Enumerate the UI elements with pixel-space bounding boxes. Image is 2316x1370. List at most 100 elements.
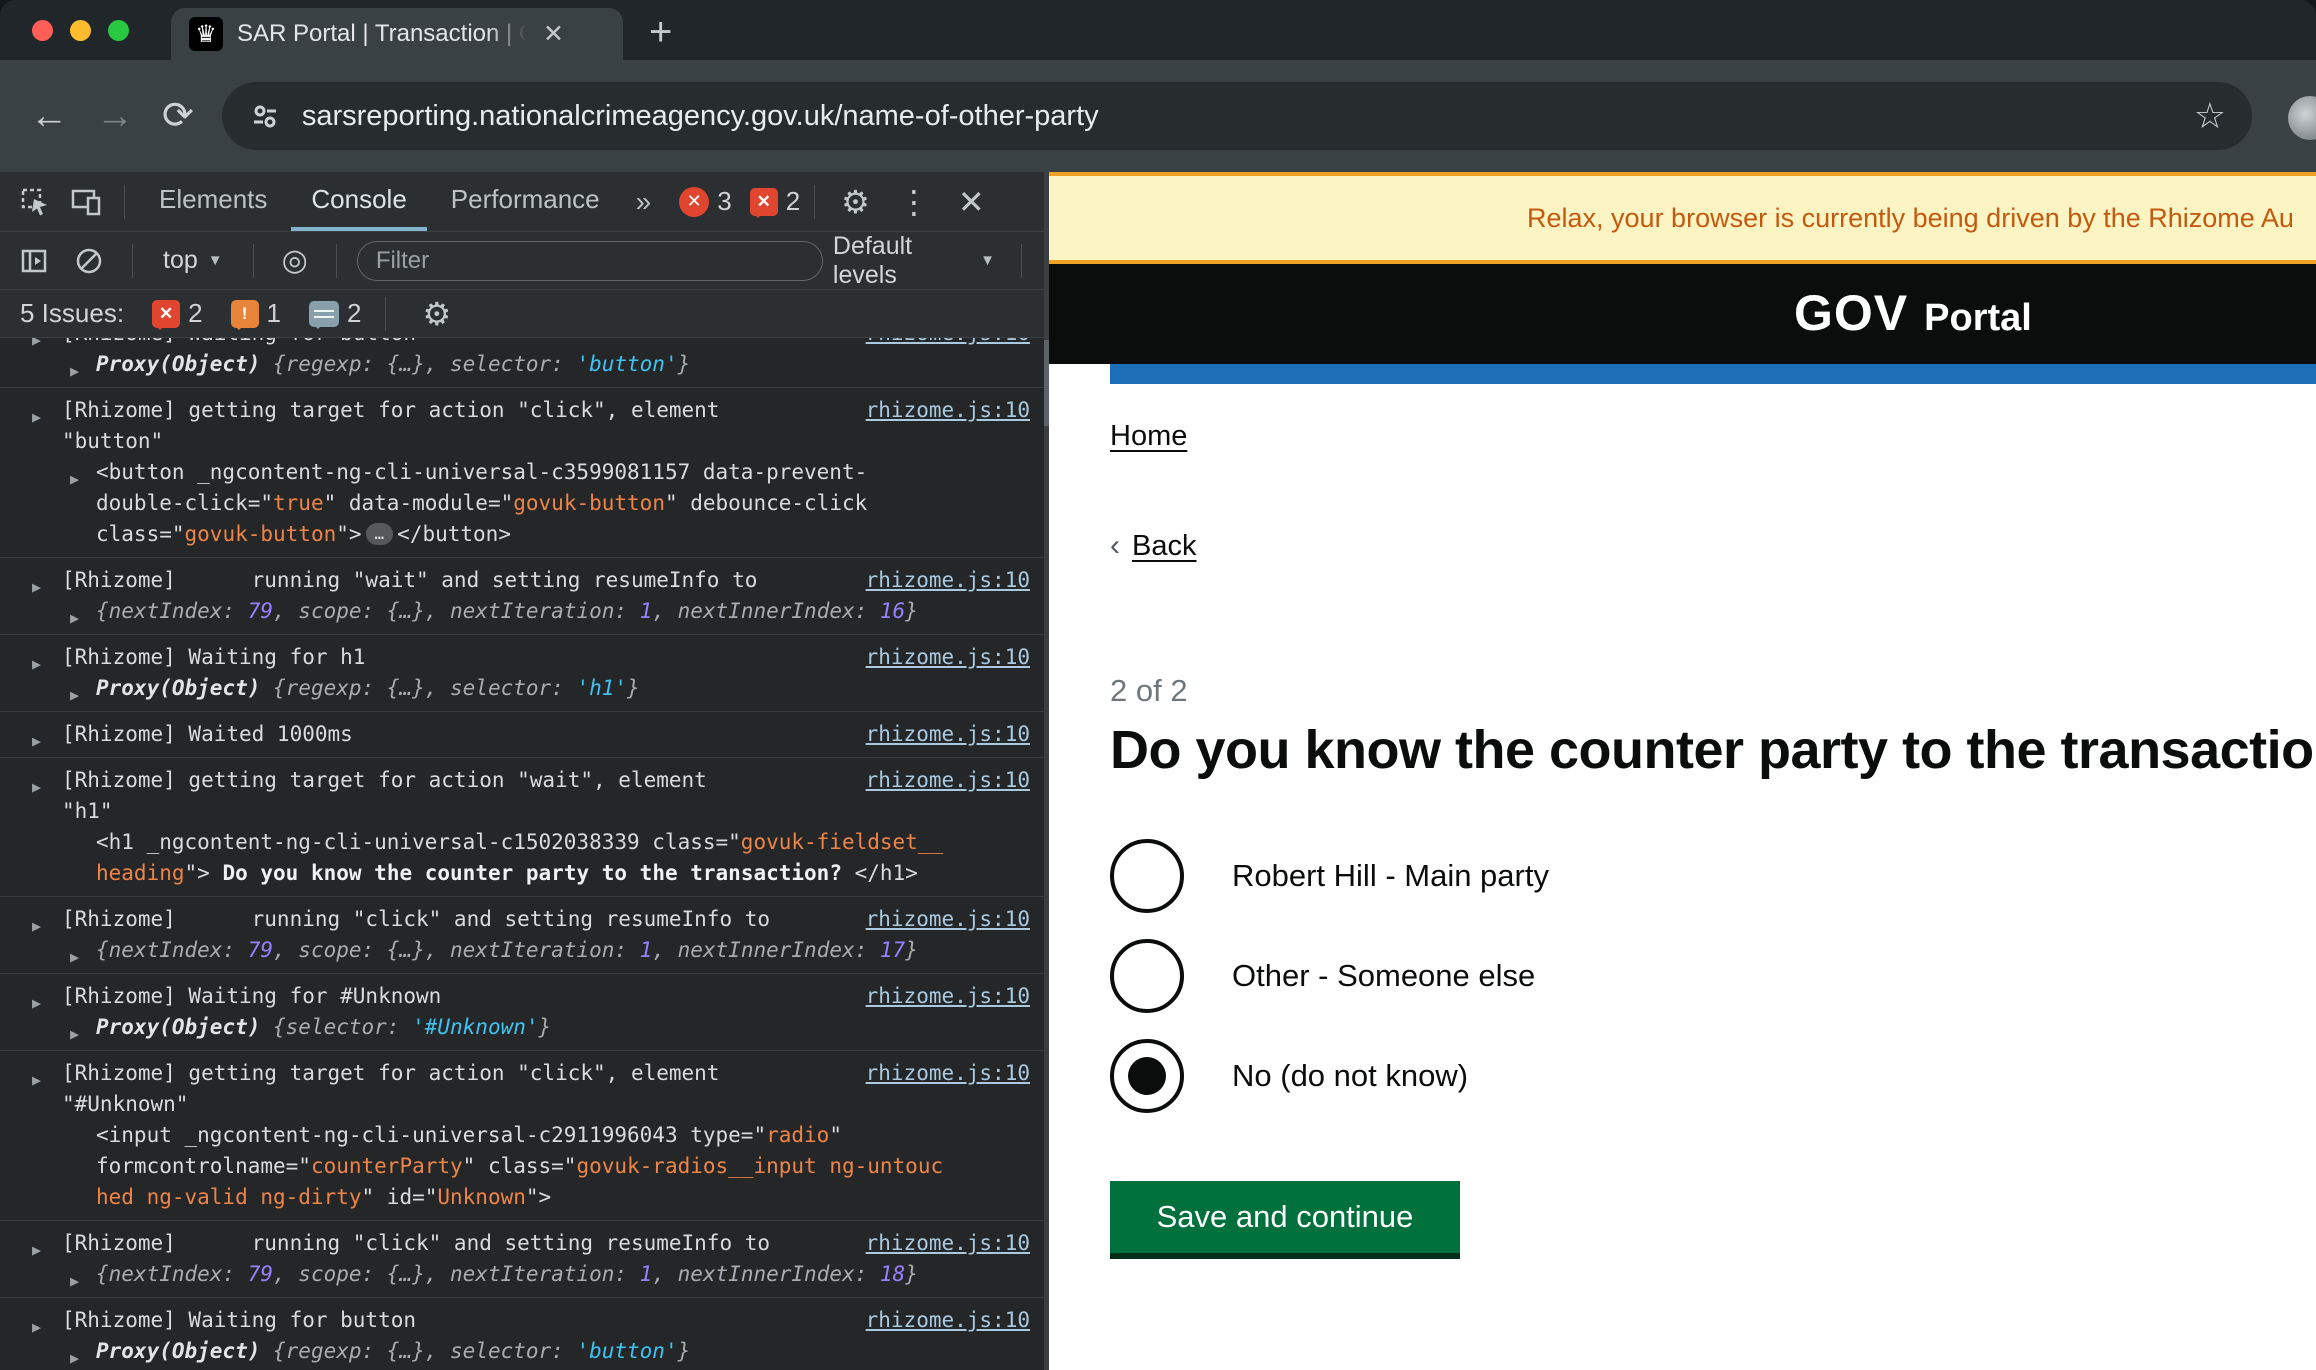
console-source-link[interactable]: rhizome.js:10 <box>866 1305 1030 1336</box>
devtools-tab-console[interactable]: Console <box>291 172 426 231</box>
browser-tab[interactable]: ♛ SAR Portal | Transaction | Oth ✕ <box>171 8 623 60</box>
site-settings-icon[interactable] <box>248 99 282 133</box>
console-log-entry[interactable]: ▶[Rhizome] Waiting for #Unknownrhizome.j… <box>0 973 1044 1050</box>
devtools-settings-gear-icon[interactable]: ⚙ <box>829 183 882 221</box>
expand-caret-icon[interactable]: ▶ <box>70 1266 79 1297</box>
console-source-link[interactable]: rhizome.js:10 <box>866 981 1030 1012</box>
console-log-entry[interactable]: ▶ [Rhizome] running "click" and setting r… <box>0 1220 1044 1297</box>
radio-input-2[interactable] <box>1110 939 1184 1013</box>
radio-label[interactable]: No (do not know) <box>1232 1058 1468 1094</box>
gov-portal-logo[interactable]: GOV Portal <box>1794 264 2032 364</box>
url-text[interactable]: sarsreporting.nationalcrimeagency.gov.uk… <box>302 100 2174 133</box>
console-log-entry[interactable]: ▶[Rhizome] Waiting for buttonrhizome.js:… <box>0 1297 1044 1370</box>
console-source-link[interactable]: rhizome.js:10 <box>866 565 1030 596</box>
issues-info-badge[interactable]: 2 <box>309 298 361 329</box>
console-source-link[interactable]: rhizome.js:10 <box>866 904 1030 935</box>
radio-group: Robert Hill - Main party Other - Someone … <box>1110 839 2316 1113</box>
console-log-list[interactable]: ▶[Rhizome] Waiting for buttonrhizome.js:… <box>0 338 1044 1370</box>
issues-settings-gear-icon[interactable]: ⚙ <box>410 295 463 333</box>
devtools-tab-elements[interactable]: Elements <box>139 172 287 231</box>
console-log-line: ▶[Rhizome] getting target for action "cl… <box>0 395 1044 426</box>
console-text: double-click=" <box>96 491 273 515</box>
close-window-button[interactable] <box>32 20 53 41</box>
console-source-link[interactable]: rhizome.js:10 <box>866 765 1030 796</box>
expand-caret-icon[interactable]: ▶ <box>70 680 79 711</box>
console-log-entry[interactable]: ▶[Rhizome] Waiting for buttonrhizome.js:… <box>0 338 1044 387</box>
console-log-entry[interactable]: ▶[Rhizome] getting target for action "cl… <box>0 387 1044 557</box>
console-text: Unknown <box>437 1185 526 1209</box>
console-text: [Rhizome] getting target for action "wai… <box>62 768 707 792</box>
console-source-link[interactable]: rhizome.js:10 <box>866 1228 1030 1259</box>
tab-close-icon[interactable]: ✕ <box>543 19 564 49</box>
console-text: " id=" <box>362 1185 438 1209</box>
console-source-link[interactable]: rhizome.js:10 <box>866 395 1030 426</box>
javascript-context-dropdown[interactable]: top▼ <box>153 246 233 275</box>
devtools-close-icon[interactable]: ✕ <box>946 183 997 221</box>
console-filter-input[interactable] <box>357 241 823 281</box>
issues-error-badge[interactable]: ✕ 2 <box>152 298 202 329</box>
console-log-entry[interactable]: ▶[Rhizome] getting target for action "wa… <box>0 757 1044 896</box>
issues-flag-badge[interactable]: ✕ 2 <box>750 186 800 217</box>
address-bar[interactable]: sarsreporting.nationalcrimeagency.gov.uk… <box>222 82 2252 150</box>
console-source-link[interactable]: rhizome.js:10 <box>866 1058 1030 1089</box>
forward-icon[interactable]: → <box>96 97 134 135</box>
more-tabs-icon[interactable]: » <box>624 186 662 218</box>
console-log-entry[interactable]: ▶ [Rhizome] running "click" and setting r… <box>0 896 1044 973</box>
console-text: , nextInnerIndex: <box>652 599 880 623</box>
radio-option: Other - Someone else <box>1110 939 2316 1013</box>
log-levels-dropdown[interactable]: Default levels▼ <box>833 232 1001 290</box>
home-link[interactable]: Home <box>1110 420 1187 453</box>
radio-label[interactable]: Robert Hill - Main party <box>1232 858 1549 894</box>
clear-console-icon[interactable] <box>66 246 112 276</box>
expand-caret-icon[interactable]: ▶ <box>70 603 79 634</box>
issues-count-label[interactable]: 5 Issues: <box>20 298 124 329</box>
console-log-entry[interactable]: ▶[Rhizome] Waiting for h1rhizome.js:10▶P… <box>0 634 1044 711</box>
console-source-link[interactable]: rhizome.js:10 <box>866 719 1030 750</box>
console-text: [Rhizome] running "click" and setting re… <box>62 907 770 931</box>
console-text: [Rhizome] running "wait" and setting res… <box>62 568 757 592</box>
minimize-window-button[interactable] <box>70 20 91 41</box>
save-and-continue-button[interactable]: Save and continue <box>1110 1181 1460 1253</box>
radio-input-3[interactable] <box>1110 1039 1184 1113</box>
console-sidebar-icon[interactable] <box>12 247 56 275</box>
console-text: " debounce-click <box>665 491 867 515</box>
back-link[interactable]: Back <box>1132 530 1196 563</box>
console-log-entry[interactable]: ▶[Rhizome] Waited 1000msrhizome.js:10 <box>0 711 1044 757</box>
console-error-badge[interactable]: ✕ 3 <box>679 186 731 217</box>
profile-avatar[interactable] <box>2288 96 2316 140</box>
console-text: 18 <box>880 1262 905 1286</box>
console-text: [Rhizome] running "click" and setting re… <box>62 1231 770 1255</box>
console-log-line: "button" <box>0 426 1044 457</box>
bookmark-star-icon[interactable]: ☆ <box>2194 95 2226 137</box>
web-page: Relax, your browser is currently being d… <box>1049 172 2316 1370</box>
devtools-panel: Elements Console Performance » ✕ 3 ✕ 2 ⚙… <box>0 172 1049 1370</box>
console-log-entry[interactable]: ▶[Rhizome] getting target for action "cl… <box>0 1050 1044 1220</box>
devtools-menu-kebab-icon[interactable]: ⋮ <box>886 183 942 221</box>
expand-caret-icon[interactable]: ▶ <box>70 1019 79 1050</box>
expand-caret-icon[interactable]: ▶ <box>70 1343 79 1370</box>
live-expression-eye-icon[interactable]: ◎ <box>274 243 316 278</box>
devtools-tab-performance[interactable]: Performance <box>431 172 620 231</box>
back-icon[interactable]: ← <box>30 97 68 135</box>
expand-caret-icon[interactable]: ▶ <box>32 726 41 757</box>
inspect-element-icon[interactable] <box>12 187 58 217</box>
console-text: {regexp: {…}, selector: <box>273 352 576 376</box>
console-source-link[interactable]: rhizome.js:10 <box>866 338 1030 349</box>
console-log-entry[interactable]: ▶ [Rhizome] running "wait" and setting re… <box>0 557 1044 634</box>
console-log-line: ▶Proxy(Object) {regexp: {…}, selector: '… <box>0 1336 1044 1367</box>
expand-caret-icon[interactable]: ▶ <box>70 356 79 387</box>
issues-warning-badge[interactable]: ! 1 <box>231 298 281 329</box>
devtools-scrollbar-thumb[interactable] <box>1044 340 1049 426</box>
browser-window: ♛ SAR Portal | Transaction | Oth ✕ + ← →… <box>0 0 2316 1370</box>
console-text: govuk-button <box>185 522 337 546</box>
radio-input-1[interactable] <box>1110 839 1184 913</box>
console-source-link[interactable]: rhizome.js:10 <box>866 642 1030 673</box>
zoom-window-button[interactable] <box>108 20 129 41</box>
new-tab-button[interactable]: + <box>649 12 672 52</box>
console-log-line: ▶<button _ngcontent-ng-cli-universal-c35… <box>0 457 1044 488</box>
console-text: 79 <box>248 1262 273 1286</box>
device-toolbar-icon[interactable] <box>62 187 110 217</box>
radio-label[interactable]: Other - Someone else <box>1232 958 1535 994</box>
reload-icon[interactable]: ⟳ <box>162 97 194 135</box>
expand-caret-icon[interactable]: ▶ <box>70 942 79 973</box>
